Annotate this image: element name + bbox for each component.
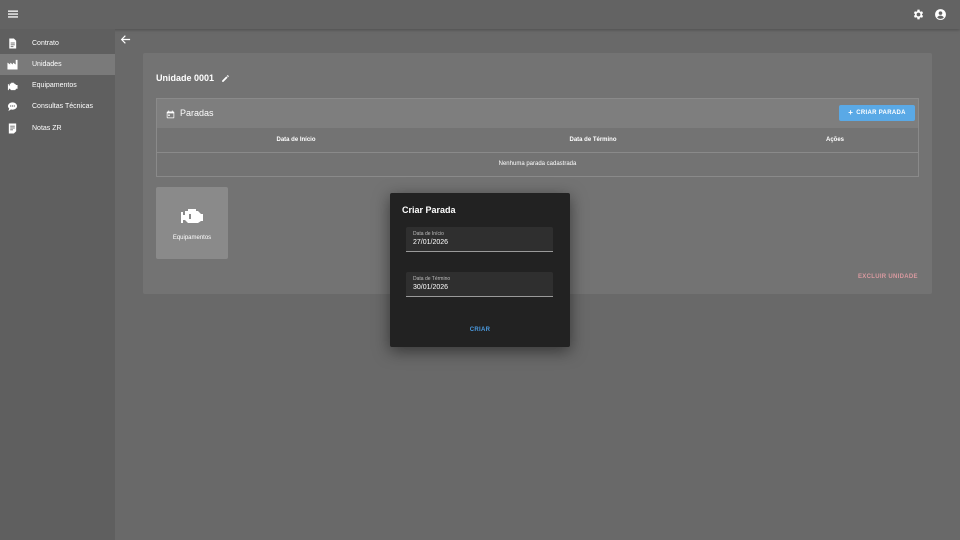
sidebar-item-consultas-tecnicas[interactable]: Consultas Técnicas	[0, 96, 115, 117]
top-app-bar	[0, 0, 960, 29]
equipamentos-card[interactable]: Equipamentos	[156, 187, 228, 259]
engine-icon	[7, 82, 18, 91]
empty-state-text: Nenhuma parada cadastrada	[498, 161, 577, 167]
data-termino-field[interactable]: Data de Término 30/01/2026	[406, 272, 553, 297]
sidebar-item-label: Notas ZR	[32, 125, 62, 132]
notes-icon	[8, 123, 17, 134]
excluir-unidade-button[interactable]: EXCLUIR UNIDADE	[858, 274, 918, 280]
factory-icon	[7, 59, 18, 70]
criar-parada-dialog: Criar Parada Data de Início 27/01/2026 D…	[390, 193, 570, 347]
data-inicio-label: Data de Início	[413, 231, 444, 237]
criar-button[interactable]: CRIAR	[462, 325, 498, 335]
menu-icon[interactable]	[7, 8, 19, 20]
column-header-termino: Data de Término	[569, 137, 617, 143]
column-header-acoes: Ações	[825, 137, 845, 143]
data-inicio-field[interactable]: Data de Início 27/01/2026	[406, 227, 553, 252]
data-termino-value[interactable]: 30/01/2026	[413, 284, 448, 291]
sidebar-item-equipamentos[interactable]: Equipamentos	[0, 75, 115, 96]
engine-icon	[181, 209, 203, 223]
criar-parada-button[interactable]: + CRIAR PARADA	[839, 105, 915, 121]
file-document-icon	[9, 38, 17, 49]
arrow-left-icon[interactable]	[120, 34, 131, 45]
sidebar-item-label: Consultas Técnicas	[32, 103, 93, 110]
pencil-icon[interactable]	[221, 74, 230, 83]
sidebar-item-unidades[interactable]: Unidades	[0, 54, 115, 75]
equipamentos-card-label: Equipamentos	[172, 235, 212, 241]
sidebar-item-contrato[interactable]: Contrato	[0, 33, 115, 54]
sidebar-item-label: Contrato	[32, 40, 59, 47]
chat-icon	[7, 102, 18, 112]
gear-icon[interactable]	[912, 8, 925, 21]
paradas-title: Paradas	[180, 108, 214, 118]
dialog-title: Criar Parada	[402, 205, 456, 215]
sidebar-item-label: Unidades	[32, 61, 62, 68]
criar-parada-label: CRIAR PARADA	[856, 110, 906, 116]
column-header-inicio: Data de Início	[276, 137, 316, 143]
account-circle-icon[interactable]	[934, 8, 947, 21]
page-title: Unidade 0001	[156, 73, 215, 83]
sidebar-item-notas-zr[interactable]: Notas ZR	[0, 118, 115, 139]
table-divider	[157, 152, 918, 153]
sidebar: Contrato Unidades Equipamentos Consultas…	[0, 29, 115, 540]
calendar-icon	[166, 110, 175, 119]
paradas-table: Paradas + CRIAR PARADA Data de Início Da…	[156, 98, 919, 177]
sidebar-item-label: Equipamentos	[32, 82, 77, 89]
plus-icon: +	[848, 108, 854, 117]
data-termino-label: Data de Término	[413, 276, 451, 282]
data-inicio-value[interactable]: 27/01/2026	[413, 239, 448, 246]
paradas-header: Paradas + CRIAR PARADA	[157, 99, 918, 128]
